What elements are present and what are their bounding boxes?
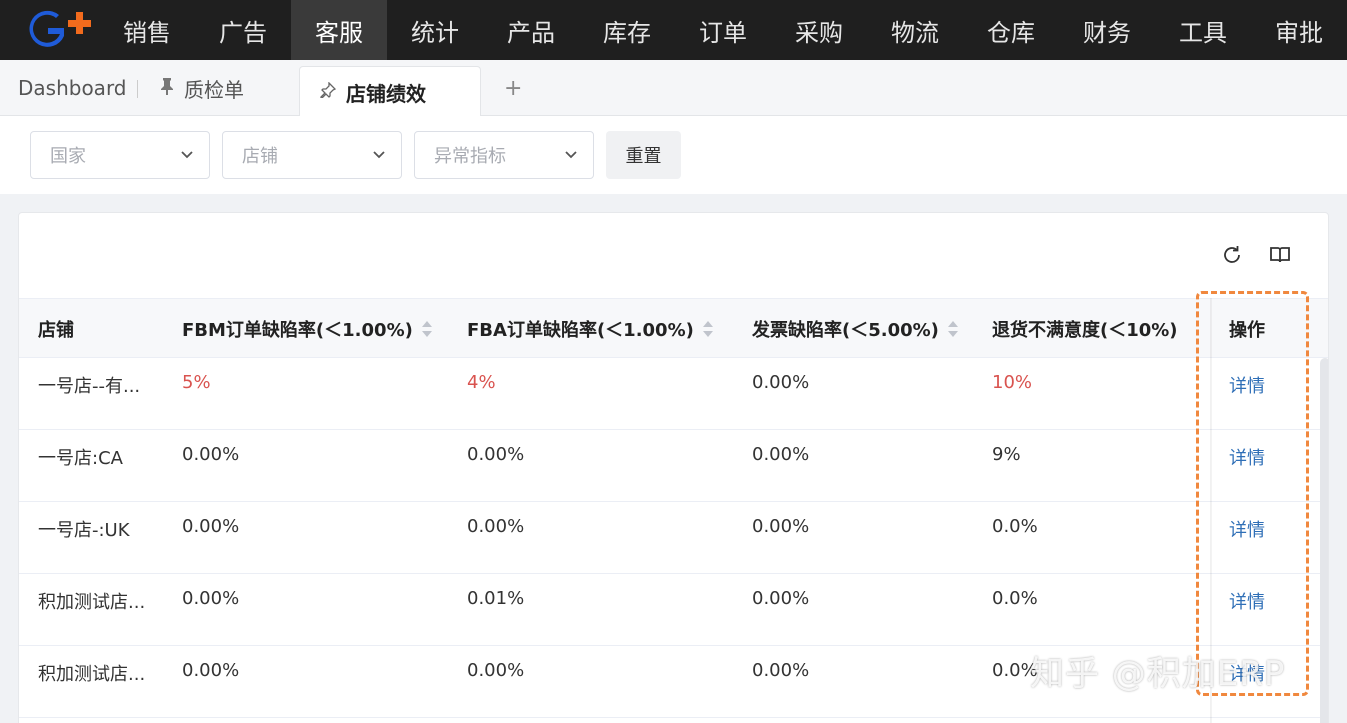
tab-store-performance-label: 店铺绩效 — [346, 81, 426, 106]
nav-menu: 销售 广告 客服 统计 产品 库存 订单 采购 物流 仓库 财务 工具 审批 — [99, 0, 1347, 60]
sort-icon[interactable] — [421, 320, 433, 338]
country-select[interactable]: 国家 — [30, 131, 210, 179]
column-header-returns[interactable]: 退货不满意度(＜10%) — [992, 299, 1178, 359]
country-select-placeholder: 国家 — [50, 146, 86, 167]
cell-fbm: 0.00% — [182, 588, 240, 609]
nav-item-1[interactable]: 广告 — [195, 0, 291, 60]
chevron-down-icon — [563, 146, 579, 167]
vertical-scrollbar[interactable] — [1320, 358, 1328, 723]
nav-item-10[interactable]: 财务 — [1059, 0, 1155, 60]
cell-returns: 0.0% — [992, 516, 1038, 537]
tab-dashboard[interactable]: Dashboard — [18, 60, 127, 116]
cell-fba: 0.01% — [467, 588, 525, 609]
nav-item-11[interactable]: 工具 — [1155, 0, 1251, 60]
cell-fbm: 0.00% — [182, 444, 240, 465]
brand-logo[interactable] — [0, 0, 99, 60]
table-row: 积加测试店... 0.00% 0.01% 0.00% 0.0% — [19, 574, 1328, 646]
highlight-annotation-box — [1196, 291, 1309, 696]
reset-button-label: 重置 — [625, 146, 662, 167]
cell-returns: 9% — [992, 444, 1021, 465]
table-row: 一号店-:UK 0.00% 0.00% 0.00% 0.0% — [19, 502, 1328, 574]
chevron-down-icon — [371, 146, 387, 167]
cell-fba: 0.00% — [467, 444, 525, 465]
nav-item-7[interactable]: 采购 — [771, 0, 867, 60]
store-select[interactable]: 店铺 — [222, 131, 402, 179]
reset-button[interactable]: 重置 — [606, 131, 681, 179]
cell-fbm: 5% — [182, 372, 211, 393]
tab-dashboard-label: Dashboard — [18, 76, 127, 100]
cell-invoice: 0.00% — [752, 444, 810, 465]
tab-qc-label: 质检单 — [184, 77, 244, 102]
cell-store: 一号店-:UK — [38, 520, 130, 541]
cell-fbm: 0.00% — [182, 660, 240, 681]
pin-icon[interactable] — [160, 77, 174, 99]
book-icon[interactable] — [1268, 243, 1292, 267]
pin-outline-icon[interactable] — [320, 81, 337, 102]
nav-item-3[interactable]: 统计 — [387, 0, 483, 60]
cell-store: 积加测试店... — [38, 664, 146, 685]
tab-qc[interactable]: 质检单 — [160, 60, 244, 116]
table-row: 一号店--有... 5% 4% 0.00% 10% — [19, 358, 1328, 430]
nav-item-5[interactable]: 库存 — [579, 0, 675, 60]
column-header-store: 店铺 — [38, 320, 74, 341]
nav-item-0[interactable]: 销售 — [99, 0, 195, 60]
cell-store: 一号店--有... — [38, 376, 141, 397]
tab-divider — [137, 80, 138, 98]
cell-fba: 0.00% — [467, 660, 525, 681]
column-header-fbm[interactable]: FBM订单缺陷率(＜1.00%) — [182, 299, 433, 359]
nav-item-6[interactable]: 订单 — [675, 0, 771, 60]
watermark-text: 知乎 @积加ERP — [1030, 654, 1286, 694]
column-header-fba[interactable]: FBA订单缺陷率(＜1.00%) — [467, 299, 714, 359]
cell-fba: 0.00% — [467, 516, 525, 537]
cell-store: 一号店:CA — [38, 448, 123, 469]
nav-item-2[interactable]: 客服 — [291, 0, 387, 60]
nav-item-8[interactable]: 物流 — [867, 0, 963, 60]
top-nav: 销售 广告 客服 统计 产品 库存 订单 采购 物流 仓库 财务 工具 审批 — [0, 0, 1347, 60]
cell-invoice: 0.00% — [752, 516, 810, 537]
cell-fbm: 0.00% — [182, 516, 240, 537]
sort-icon[interactable] — [947, 320, 959, 338]
cell-store: 积加测试店... — [38, 592, 146, 613]
table-header: 店铺 FBM订单缺陷率(＜1.00%) FBA订单缺陷率(＜1.00%) 发票缺… — [19, 298, 1328, 359]
cell-fba: 4% — [467, 372, 496, 393]
nav-item-12[interactable]: 审批 — [1251, 0, 1347, 60]
refresh-icon[interactable] — [1220, 243, 1244, 267]
chevron-down-icon — [179, 146, 195, 167]
cell-invoice: 0.00% — [752, 660, 810, 681]
add-tab-button[interactable]: + — [504, 60, 522, 116]
cell-invoice: 0.00% — [752, 588, 810, 609]
nav-item-4[interactable]: 产品 — [483, 0, 579, 60]
tab-bar: Dashboard 质检单 店铺绩效 + — [0, 60, 1347, 117]
filter-bar: 国家 店铺 异常指标 重置 — [0, 116, 1347, 194]
metric-select-placeholder: 异常指标 — [434, 146, 506, 167]
sort-icon[interactable] — [702, 320, 714, 338]
tab-store-performance[interactable]: 店铺绩效 — [299, 66, 481, 117]
store-select-placeholder: 店铺 — [242, 146, 278, 167]
nav-item-9[interactable]: 仓库 — [963, 0, 1059, 60]
metric-select[interactable]: 异常指标 — [414, 131, 594, 179]
cell-returns: 10% — [992, 372, 1033, 393]
table-row: 一号店:CA 0.00% 0.00% 0.00% 9% — [19, 430, 1328, 502]
column-header-invoice[interactable]: 发票缺陷率(＜5.00%) — [752, 299, 959, 359]
cell-returns: 0.0% — [992, 588, 1038, 609]
plus-icon: + — [504, 75, 523, 101]
cell-invoice: 0.00% — [752, 372, 810, 393]
